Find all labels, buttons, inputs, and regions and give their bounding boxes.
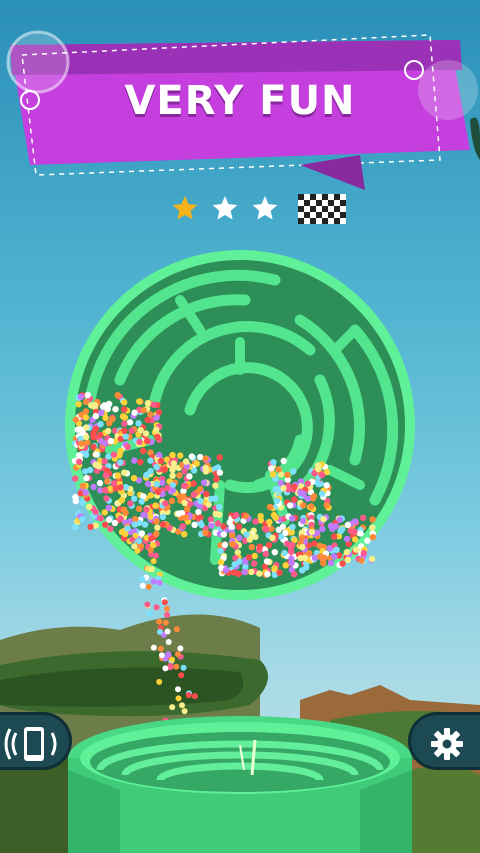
star-empty-icon <box>252 196 278 220</box>
star-filled-icon <box>172 196 198 220</box>
maze-cylinder <box>68 716 412 853</box>
banner-title: VERY FUN <box>124 78 356 124</box>
game-scene: VERY FUN <box>0 0 480 853</box>
vibration-toggle-button[interactable] <box>0 712 72 770</box>
checkered-flag-icon <box>298 194 346 224</box>
phone-vibration-icon <box>4 727 57 761</box>
settings-button[interactable] <box>408 712 480 770</box>
level-progress <box>170 192 350 226</box>
gear-icon <box>431 728 463 760</box>
star-empty-icon <box>212 196 238 220</box>
